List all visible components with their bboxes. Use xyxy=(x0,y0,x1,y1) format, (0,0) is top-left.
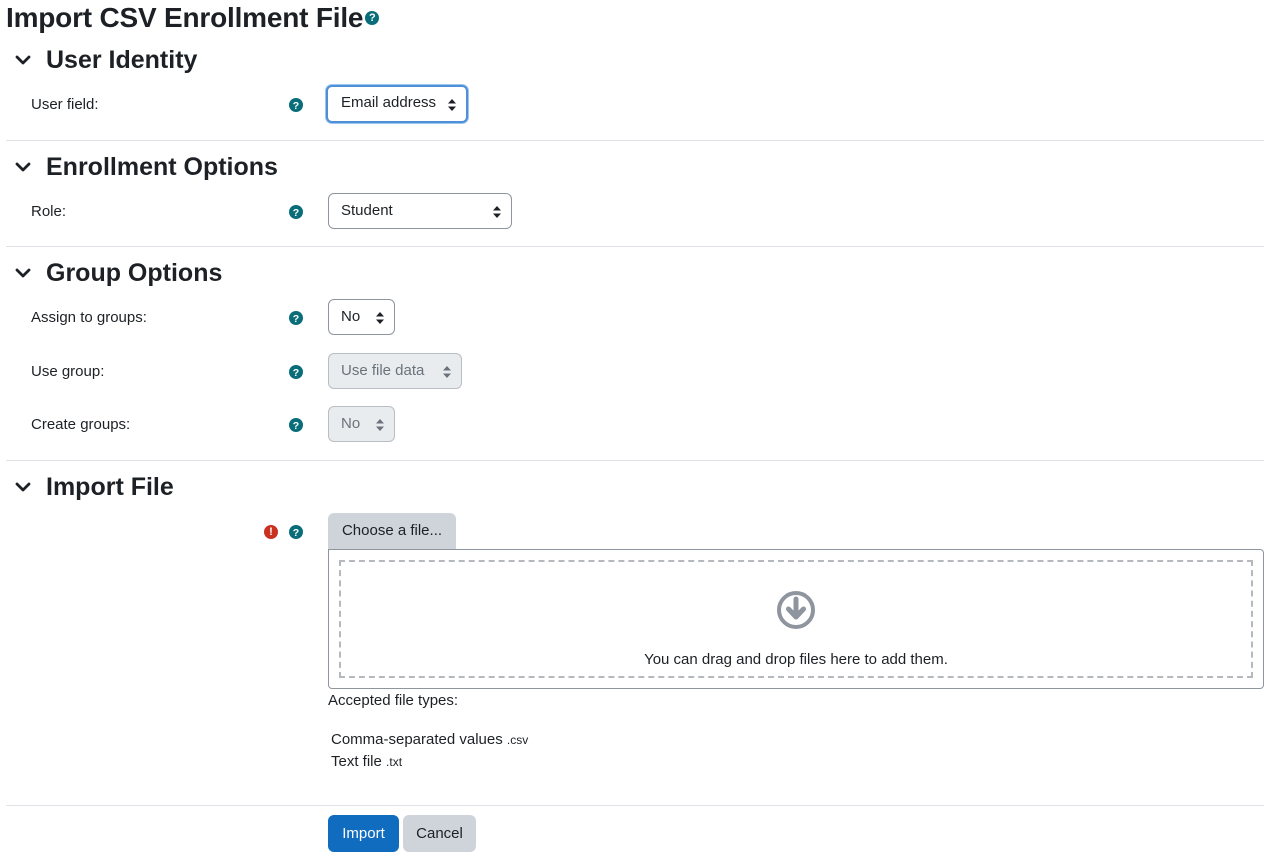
file-type-name: Comma-separated values xyxy=(331,731,503,748)
file-type-name: Text file xyxy=(331,753,382,770)
svg-text:?: ? xyxy=(293,527,299,539)
section-user-identity-heading: User Identity xyxy=(46,46,198,74)
form-actions-divider xyxy=(6,805,1264,806)
import-file-help-icon[interactable]: ? xyxy=(289,525,303,539)
assign-to-groups-label: Assign to groups: xyxy=(31,309,147,326)
svg-text:?: ? xyxy=(293,420,299,432)
svg-text:?: ? xyxy=(293,313,299,325)
file-type-item: Text file .txt xyxy=(331,752,402,772)
choose-file-button[interactable]: Choose a file... xyxy=(328,513,456,549)
use-group-value: Use file data xyxy=(341,362,425,379)
use-group-select: Use file data xyxy=(328,353,462,389)
create-groups-value: No xyxy=(341,415,361,432)
file-type-item: Comma-separated values .csv xyxy=(331,730,528,750)
role-select[interactable]: Student xyxy=(328,193,512,229)
chevron-down-icon xyxy=(15,55,31,65)
section-enrollment-options-header[interactable]: Enrollment Options xyxy=(14,152,278,182)
page-title-text: Import CSV Enrollment File xyxy=(6,2,364,33)
file-type-ext: .txt xyxy=(386,755,403,769)
section-divider xyxy=(6,460,1264,461)
dropzone-text: You can drag and drop files here to add … xyxy=(644,651,948,668)
assign-to-groups-help-icon[interactable]: ? xyxy=(289,311,303,325)
user-field-help-icon[interactable]: ? xyxy=(289,98,303,112)
accepted-file-types-label: Accepted file types: xyxy=(328,692,459,709)
sort-arrows-icon xyxy=(443,366,451,378)
page-title: Import CSV Enrollment File? xyxy=(6,2,380,34)
create-groups-help-icon[interactable]: ? xyxy=(289,418,303,432)
create-groups-select: No xyxy=(328,406,395,442)
sort-arrows-icon xyxy=(376,419,384,431)
section-import-file-header[interactable]: Import File xyxy=(14,472,174,502)
dropzone-area[interactable]: You can drag and drop files here to add … xyxy=(339,560,1253,678)
svg-text:?: ? xyxy=(293,207,299,219)
user-field-value: Email address xyxy=(341,94,437,111)
cancel-button[interactable]: Cancel xyxy=(403,815,476,852)
page-help-icon[interactable]: ? xyxy=(365,10,380,25)
required-icon: ! xyxy=(264,525,278,539)
use-group-help-icon[interactable]: ? xyxy=(289,365,303,379)
section-import-file-heading: Import File xyxy=(46,473,174,501)
role-value: Student xyxy=(341,202,393,219)
chevron-down-icon xyxy=(15,268,31,278)
svg-text:?: ? xyxy=(293,100,299,112)
sort-arrows-icon xyxy=(493,206,501,218)
use-group-label: Use group: xyxy=(31,363,105,380)
user-field-label: User field: xyxy=(31,96,99,113)
file-type-ext: .csv xyxy=(506,733,529,747)
section-user-identity-header[interactable]: User Identity xyxy=(14,45,197,75)
role-label: Role: xyxy=(31,203,67,220)
sort-arrows-icon xyxy=(376,312,384,324)
svg-text:?: ? xyxy=(293,367,299,379)
role-help-icon[interactable]: ? xyxy=(289,205,303,219)
import-button[interactable]: Import xyxy=(328,815,399,852)
chevron-down-icon xyxy=(15,162,31,172)
section-enrollment-options-heading: Enrollment Options xyxy=(46,153,278,181)
user-field-select[interactable]: Email address xyxy=(326,85,468,123)
section-divider xyxy=(6,246,1264,247)
sort-arrows-icon xyxy=(448,99,456,111)
arrow-down-circle-icon xyxy=(777,591,815,629)
section-group-options-heading: Group Options xyxy=(46,259,223,287)
assign-to-groups-value: No xyxy=(341,308,361,325)
create-groups-label: Create groups: xyxy=(31,416,131,433)
assign-to-groups-select[interactable]: No xyxy=(328,299,395,335)
section-group-options-header[interactable]: Group Options xyxy=(14,258,222,288)
section-divider xyxy=(6,140,1264,141)
file-dropzone[interactable]: You can drag and drop files here to add … xyxy=(328,549,1264,689)
chevron-down-icon xyxy=(15,482,31,492)
